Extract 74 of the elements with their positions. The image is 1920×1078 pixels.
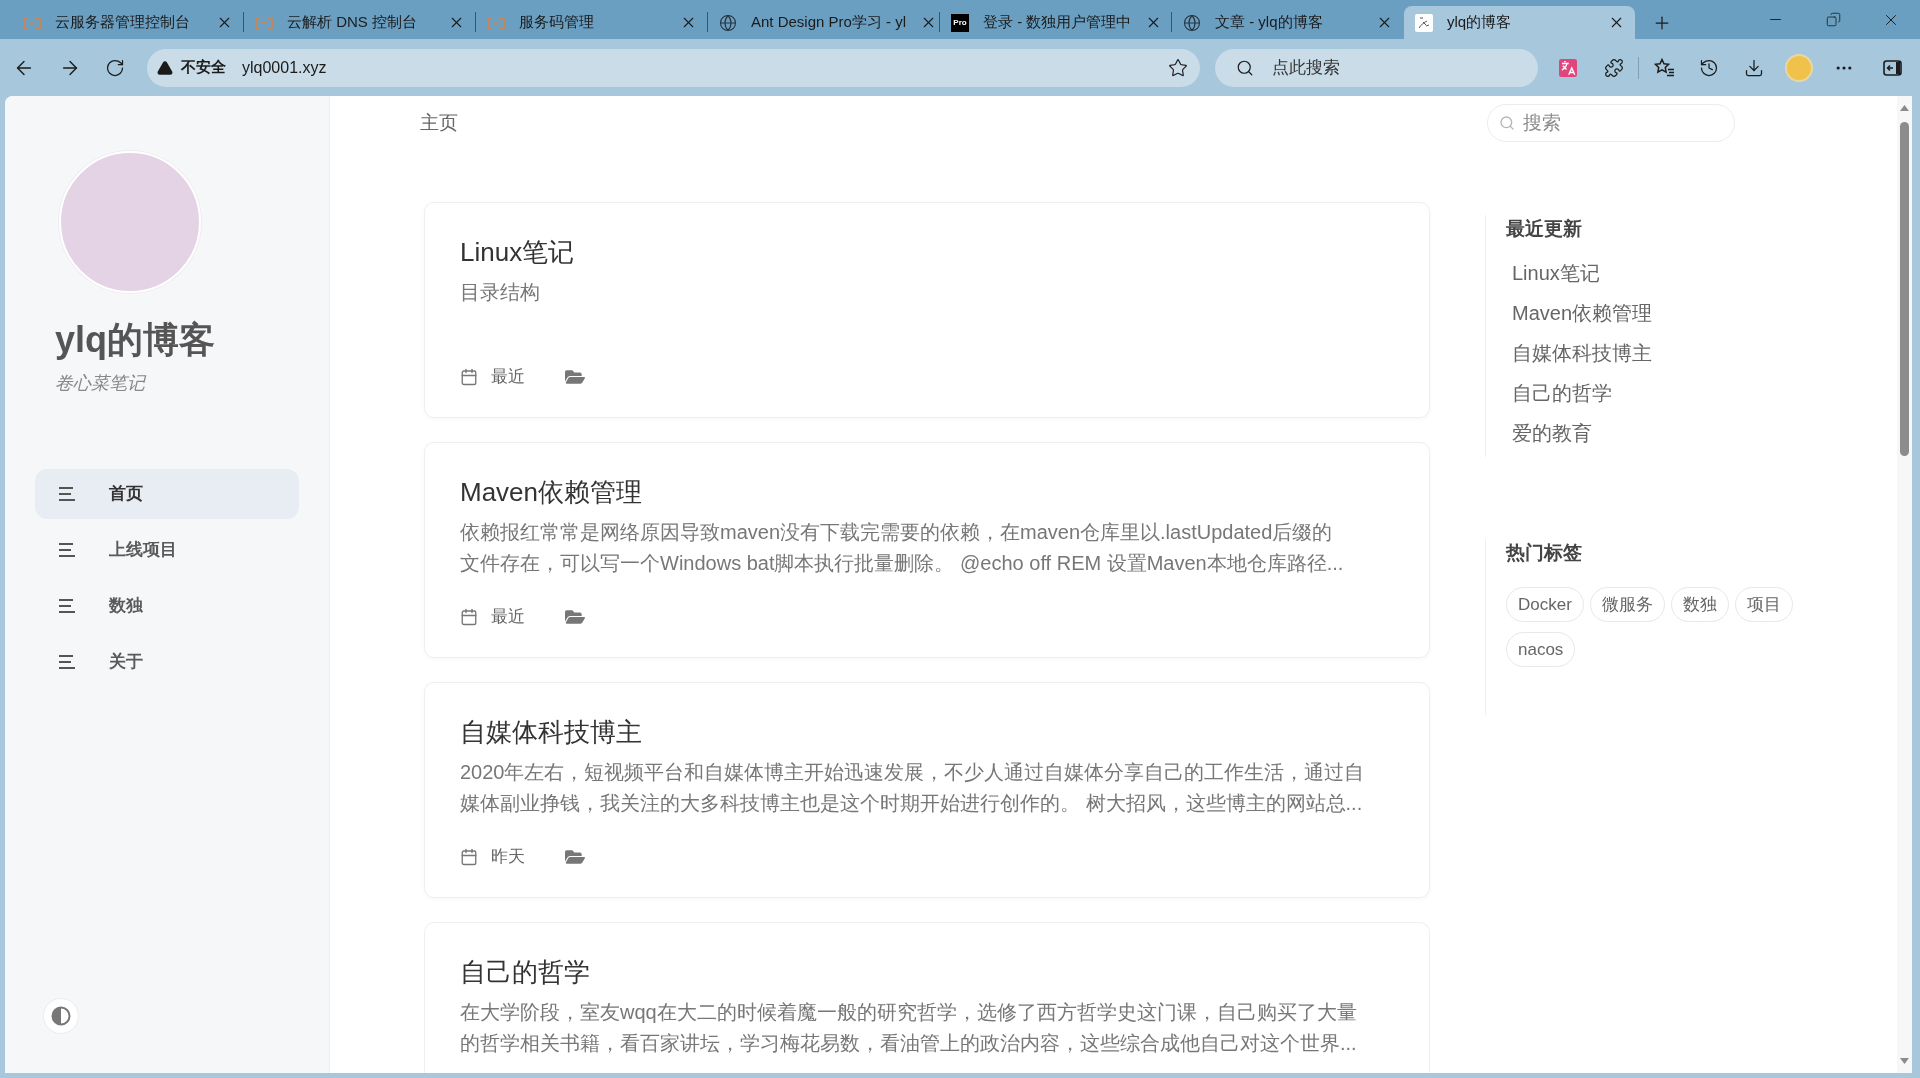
search-field[interactable]: 点此搜索: [1215, 48, 1538, 87]
nav-item[interactable]: 关于: [35, 637, 299, 687]
history-icon[interactable]: [1699, 57, 1719, 78]
search-icon: [1499, 115, 1515, 131]
browser-tab[interactable]: Pro 登录 - 数独用户管理中: [940, 6, 1171, 39]
sketch-thumbnail-icon: [1415, 13, 1433, 32]
menu-icon: [58, 543, 76, 557]
reload-icon[interactable]: [105, 57, 125, 78]
post-title[interactable]: 自己的哲学: [460, 954, 590, 990]
contrast-icon: [51, 1006, 71, 1026]
recent-post-link[interactable]: 自己的哲学: [1512, 373, 1612, 413]
calendar-icon: [460, 608, 478, 626]
search-icon: [1236, 58, 1254, 77]
restore-icon[interactable]: [1825, 12, 1841, 27]
logo-badge: Pro: [951, 13, 969, 32]
favorite-star-icon[interactable]: [1168, 57, 1188, 78]
globe-icon: [719, 13, 737, 32]
scrollbar-thumb[interactable]: [1900, 122, 1909, 456]
post-title[interactable]: 自媒体科技博主: [460, 714, 642, 750]
post-card[interactable]: Linux笔记 目录结构 最近: [424, 202, 1430, 418]
nav-item[interactable]: 上线项目: [35, 525, 299, 575]
post-excerpt: 依赖报红常常是网络原因导致maven没有下载完需要的依赖，在maven仓库里以.lastUpdated后缀的 文件存在，可以写一个Windows bat脚本执行批量删除。 @echo off REM 设置Maven本地仓库路径...: [460, 520, 1344, 576]
browser-tab[interactable]: 服务码管理: [476, 6, 707, 39]
extensions-icon[interactable]: [1604, 57, 1624, 78]
security-label[interactable]: 不安全: [181, 56, 226, 79]
scroll-down-icon[interactable]: [1900, 1058, 1909, 1064]
globe-icon: [1183, 13, 1201, 32]
scrollbar[interactable]: [1897, 96, 1912, 1073]
recent-post-link[interactable]: 爱的教育: [1512, 413, 1592, 453]
browser-tab[interactable]: 云解析 DNS 控制台: [244, 6, 475, 39]
bracket-logo-icon: [23, 16, 41, 29]
theme-toggle-button[interactable]: [43, 998, 79, 1034]
recent-post-link[interactable]: 自媒体科技博主: [1512, 333, 1652, 373]
blog-title: ylq的博客: [55, 318, 215, 362]
recent-post-link[interactable]: Maven依赖管理: [1512, 293, 1653, 333]
section-heading: 最近更新: [1506, 217, 1582, 241]
sidebar-icon[interactable]: [1882, 59, 1902, 76]
translate-icon[interactable]: [1559, 58, 1577, 77]
nav-item[interactable]: 数独: [35, 581, 299, 631]
menu-icon: [58, 599, 76, 613]
post-excerpt: 2020年左右，短视频平台和自媒体博主开始迅速发展，不少人通过自媒体分享自己的工作生活，通过自 媒体副业挣钱，我关注的大多科技博主也是这个时期开始进行创作的。 树大招风，这些博主的网站总...: [460, 760, 1365, 816]
folder-icon[interactable]: [565, 847, 585, 867]
post-card[interactable]: Maven依赖管理 依赖报红常常是网络原因导致maven没有下载完需要的依赖，在maven仓库里以.lastUpdated后缀的 文件存在，可以写一个Windows bat脚本执行批量删除。 @echo off REM 设置Maven本地仓库路径... 最近: [424, 442, 1430, 658]
post-title[interactable]: Linux笔记: [460, 234, 575, 270]
folder-icon[interactable]: [565, 607, 585, 627]
download-icon[interactable]: [1744, 57, 1764, 78]
calendar-icon: [460, 848, 478, 866]
post-excerpt: 在大学阶段，室友wqq在大二的时候着魔一般的研究哲学，选修了西方哲学史这门课，自己购买了大量 的哲学相关书籍，看百家讲坛，学习梅花易数，看油管上的政治内容，这些综合成他自己对这个世界...: [460, 1000, 1357, 1056]
browser-tab[interactable]: 文章 - ylq的博客: [1172, 6, 1403, 39]
menu-icon: [58, 655, 76, 669]
favorites-icon[interactable]: [1653, 58, 1675, 77]
browser-tab[interactable]: Ant Design Pro学习 - yl: [708, 6, 939, 39]
post-date: 昨天: [491, 846, 525, 869]
bracket-logo-icon: [487, 16, 505, 29]
warning-icon: [157, 59, 173, 76]
search-field[interactable]: 搜索: [1487, 104, 1735, 142]
post-date: 最近: [491, 366, 525, 389]
post-card[interactable]: 自媒体科技博主 2020年左右，短视频平台和自媒体博主开始迅速发展，不少人通过自媒体分享自己的工作生活，通过自 媒体副业挣钱，我关注的大多科技博主也是这个时期开始进行创作的。 树大招风，这些博主的网站总... 昨天: [424, 682, 1430, 898]
browser-tab[interactable]: ylq的博客: [1404, 6, 1635, 39]
breadcrumb[interactable]: 主页: [420, 108, 458, 138]
blog-subtitle: 卷心菜笔记: [55, 372, 145, 395]
post-title[interactable]: Maven依赖管理: [460, 474, 643, 510]
calendar-icon: [460, 368, 478, 386]
browser-tab[interactable]: 云服务器管理控制台: [12, 6, 243, 39]
section-heading: 热门标签: [1506, 541, 1582, 565]
folder-icon[interactable]: [565, 367, 585, 387]
post-excerpt: 目录结构: [460, 280, 540, 305]
post-card[interactable]: 自己的哲学 在大学阶段，室友wqq在大二的时候着魔一般的研究哲学，选修了西方哲学史这门课，自己购买了大量 的哲学相关书籍，看百家讲坛，学习梅花易数，看油管上的政治内容，这些综合成他自己对这个世界...: [424, 922, 1430, 1073]
scroll-up-icon[interactable]: [1900, 105, 1909, 111]
recent-post-link[interactable]: Linux笔记: [1512, 253, 1600, 293]
post-date: 最近: [491, 606, 525, 629]
bracket-logo-icon: [255, 16, 273, 29]
menu-icon: [58, 487, 76, 501]
nav-item[interactable]: 首页: [35, 469, 299, 519]
